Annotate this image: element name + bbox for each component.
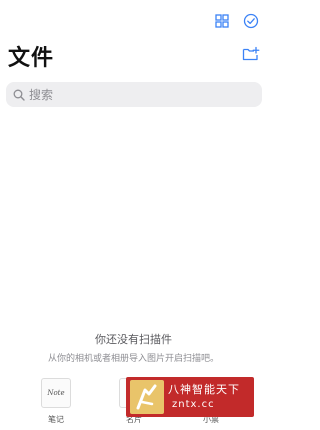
watermark-logo xyxy=(130,380,164,414)
search-bar[interactable] xyxy=(6,82,262,107)
note-icon: Note xyxy=(41,378,71,408)
empty-state-title: 你还没有扫描件 xyxy=(95,333,172,346)
folder-add-icon xyxy=(242,46,260,61)
search-input[interactable] xyxy=(25,87,244,102)
search-icon xyxy=(13,89,25,101)
new-folder-button[interactable] xyxy=(241,44,261,64)
watermark: 八神智能天下 zntx.cc xyxy=(126,377,254,417)
watermark-url: zntx.cc xyxy=(172,399,215,410)
shortcut-note-label: 笔记 xyxy=(48,415,64,424)
select-button[interactable] xyxy=(241,11,261,31)
grid-icon xyxy=(215,14,229,28)
page-title: 文件 xyxy=(8,46,55,71)
check-circle-icon xyxy=(243,13,259,29)
watermark-text: 八神智能天下 xyxy=(168,383,240,396)
empty-state-subtitle: 从你的相机或者相册导入图片开启扫描吧。 xyxy=(47,354,219,364)
shortcut-note[interactable]: Note 笔记 xyxy=(34,378,78,425)
grid-view-button[interactable] xyxy=(212,11,232,31)
top-toolbar xyxy=(212,11,261,31)
